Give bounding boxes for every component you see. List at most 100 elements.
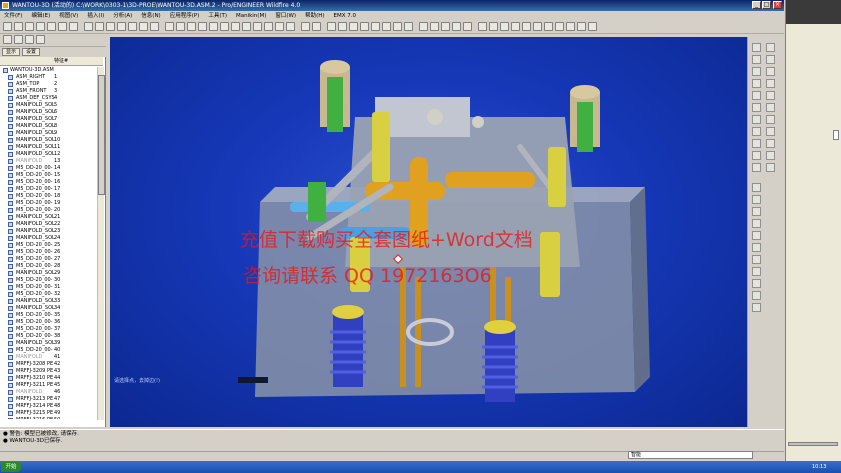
tree-item[interactable]: MRFFJ-3213 PE 47 bbox=[2, 396, 99, 403]
datum-point-tool-icon[interactable] bbox=[766, 55, 775, 64]
sketch-tool-icon[interactable] bbox=[766, 67, 775, 76]
paste-icon[interactable] bbox=[117, 22, 126, 31]
save-icon[interactable] bbox=[25, 22, 34, 31]
menu-tools[interactable]: 工具(T) bbox=[208, 11, 227, 21]
hole-tool-icon[interactable] bbox=[752, 103, 761, 112]
copy-icon[interactable] bbox=[69, 22, 78, 31]
menu-info[interactable]: 信息(N) bbox=[141, 11, 160, 21]
emx-lifter-icon[interactable] bbox=[752, 255, 761, 264]
cut-icon[interactable] bbox=[106, 22, 115, 31]
tree-item[interactable]: ASM_RIGHT 1 bbox=[2, 74, 99, 81]
datum-curve-tool-icon[interactable] bbox=[752, 55, 761, 64]
tree-item[interactable]: M5_DD-20_00- 18 bbox=[2, 193, 99, 200]
tree-item[interactable]: MANIFOLD_SOL 24 bbox=[2, 235, 99, 242]
tree-item[interactable]: M5_DD-20_00- 14 bbox=[2, 165, 99, 172]
selection-filter-select[interactable]: 智能 bbox=[628, 451, 753, 459]
emx-screw-icon[interactable] bbox=[566, 22, 575, 31]
tree-item[interactable]: MANIFOLD_SOL 11 bbox=[2, 144, 99, 151]
print-icon[interactable] bbox=[36, 22, 45, 31]
find-icon[interactable] bbox=[165, 22, 174, 31]
emx-drawing-icon[interactable] bbox=[752, 303, 761, 312]
tree-item[interactable]: MANIFOLD_SOL 22 bbox=[2, 221, 99, 228]
spin-center-icon[interactable] bbox=[198, 22, 207, 31]
tree-item[interactable]: M5_DD-20_00- 16 bbox=[2, 179, 99, 186]
tree-item[interactable]: M5_DD-20_00- 19 bbox=[2, 200, 99, 207]
reorient-icon[interactable] bbox=[253, 22, 262, 31]
create-component-icon[interactable] bbox=[766, 163, 775, 172]
orient-mode-icon[interactable] bbox=[209, 22, 218, 31]
menu-file[interactable]: 文件(F) bbox=[4, 11, 22, 21]
emx-icon[interactable] bbox=[533, 22, 542, 31]
tree-item[interactable]: M5_DD-20_00- 20 bbox=[2, 207, 99, 214]
repaint-icon[interactable] bbox=[187, 22, 196, 31]
emx-spring-icon[interactable] bbox=[752, 279, 761, 288]
tree-item[interactable]: MANIFOLD_SOL 34 bbox=[2, 305, 99, 312]
emx-mold-icon[interactable] bbox=[544, 22, 553, 31]
tree-item[interactable]: ASM_DEF_CSYS 4 bbox=[2, 95, 99, 102]
folder-browser-icon[interactable] bbox=[25, 35, 34, 44]
tree-item[interactable]: MRFFJ-3208 PE 42 bbox=[2, 361, 99, 368]
emx-help-icon[interactable] bbox=[588, 22, 597, 31]
zoom-out-icon[interactable] bbox=[231, 22, 240, 31]
tree-item[interactable]: M5_DD-20_00- 38 bbox=[2, 333, 99, 340]
coordinate-systems-icon[interactable] bbox=[360, 22, 369, 31]
side-panel-scroll-thumb[interactable] bbox=[833, 130, 839, 140]
csys-tool-icon[interactable] bbox=[752, 67, 761, 76]
tree-item[interactable]: M5_DD-20_00- 17 bbox=[2, 186, 99, 193]
rib-tool-icon[interactable] bbox=[766, 127, 775, 136]
tree-item[interactable]: ASM_TOP 2 bbox=[2, 81, 99, 88]
round-tool-icon[interactable] bbox=[766, 103, 775, 112]
scrollbar-thumb[interactable] bbox=[98, 75, 105, 195]
tree-item[interactable]: MRFFJ-3215 PE 49 bbox=[2, 410, 99, 417]
chamfer-tool-icon[interactable] bbox=[752, 115, 761, 124]
curve-tool-icon[interactable] bbox=[766, 79, 775, 88]
tree-item[interactable]: MANIFOLD_SOL 33 bbox=[2, 298, 99, 305]
revolve-tool-icon[interactable] bbox=[766, 91, 775, 100]
draft-tool-icon[interactable] bbox=[766, 115, 775, 124]
tree-item[interactable]: MRFFJ-3216 PE50 bbox=[2, 417, 99, 419]
shell-tool-icon[interactable] bbox=[752, 127, 761, 136]
view-manager-icon[interactable] bbox=[286, 22, 295, 31]
emx-support-icon[interactable] bbox=[752, 267, 761, 276]
menu-edit[interactable]: 编辑(E) bbox=[31, 11, 50, 21]
menu-manikin[interactable]: Manikin(M) bbox=[236, 11, 266, 21]
paste-special-icon[interactable] bbox=[128, 22, 137, 31]
emx-slider-icon[interactable] bbox=[752, 243, 761, 252]
tree-item[interactable]: M5_DD-20_00- 37 bbox=[2, 326, 99, 333]
wireframe-icon[interactable] bbox=[301, 22, 310, 31]
emx-dowel-icon[interactable] bbox=[752, 231, 761, 240]
select-box-icon[interactable] bbox=[176, 22, 185, 31]
maximize-button[interactable]: □ bbox=[762, 1, 771, 9]
tree-item[interactable]: MANIFOLD_SOL 23 bbox=[2, 228, 99, 235]
layer-tree-icon[interactable] bbox=[14, 35, 23, 44]
menu-emx[interactable]: EMX 7.0 bbox=[334, 11, 356, 21]
send-icon[interactable] bbox=[58, 22, 67, 31]
undo-icon[interactable] bbox=[84, 22, 93, 31]
zoom-in-icon[interactable] bbox=[220, 22, 229, 31]
minimize-button[interactable]: _ bbox=[752, 1, 761, 9]
favorites-icon[interactable] bbox=[36, 35, 45, 44]
datum-points-icon[interactable] bbox=[349, 22, 358, 31]
start-button[interactable]: 开始 bbox=[1, 462, 21, 472]
tree-item[interactable]: MANIFOLD 46 bbox=[2, 389, 99, 396]
tree-item[interactable]: WANTOU-3D.ASM bbox=[2, 67, 99, 74]
menu-applications[interactable]: 应用程序(P) bbox=[170, 11, 200, 21]
menu-analysis[interactable]: 分析(A) bbox=[113, 11, 132, 21]
component-tool-icon[interactable] bbox=[752, 163, 761, 172]
tree-item[interactable]: MANIFOLD_SOL 21 bbox=[2, 214, 99, 221]
model-tree-scrollbar[interactable] bbox=[97, 67, 105, 420]
email-icon[interactable] bbox=[47, 22, 56, 31]
tree-item[interactable]: MANIFOLD 41 bbox=[2, 354, 99, 361]
tree-item[interactable]: M5_DD-20_00- 31 bbox=[2, 284, 99, 291]
model-analysis-icon[interactable] bbox=[489, 22, 498, 31]
point-icon[interactable] bbox=[452, 22, 461, 31]
emx-ejector-icon[interactable] bbox=[752, 195, 761, 204]
refit-icon[interactable] bbox=[242, 22, 251, 31]
tree-item[interactable]: M5_DD-20_00- 25 bbox=[2, 242, 99, 249]
annotations-icon[interactable] bbox=[371, 22, 380, 31]
tree-item[interactable]: M5_DD-20_00- 30 bbox=[2, 277, 99, 284]
datum-axis-tool-icon[interactable] bbox=[766, 43, 775, 52]
tab-show[interactable]: 显示 bbox=[2, 48, 21, 56]
tree-item[interactable]: M5_DD-20_00- 27 bbox=[2, 256, 99, 263]
tree-item[interactable]: M5_DD-20_00- 35 bbox=[2, 312, 99, 319]
